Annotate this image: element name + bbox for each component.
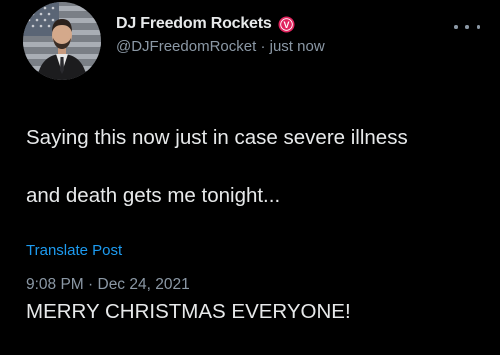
translate-post-link[interactable]: Translate Post xyxy=(26,242,122,259)
post-line: and death gets me tonight... xyxy=(26,184,281,207)
display-name[interactable]: DJ Freedom Rockets xyxy=(116,15,272,33)
avatar-image xyxy=(23,2,101,80)
svg-text:V: V xyxy=(283,20,289,30)
post-line: Saying this now just in case severe illn… xyxy=(26,126,408,149)
separator: · xyxy=(256,38,270,55)
author-handle-row: @DJFreedomRocket · just now xyxy=(116,38,325,55)
author-name-row: DJ Freedom Rockets V xyxy=(116,13,295,35)
verified-badge-icon: V xyxy=(278,16,295,33)
post-timestamp[interactable]: 9:08 PM · Dec 24, 2021 xyxy=(26,276,190,294)
avatar[interactable] xyxy=(23,2,101,80)
post-text: Saying this now just in case severe illn… xyxy=(26,94,486,355)
user-handle[interactable]: @DJFreedomRocket xyxy=(116,38,256,55)
more-dots-icon[interactable] xyxy=(454,22,480,32)
post-time-ago[interactable]: just now xyxy=(270,38,325,55)
post-line: MERRY CHRISTMAS EVERYONE! xyxy=(26,300,351,323)
